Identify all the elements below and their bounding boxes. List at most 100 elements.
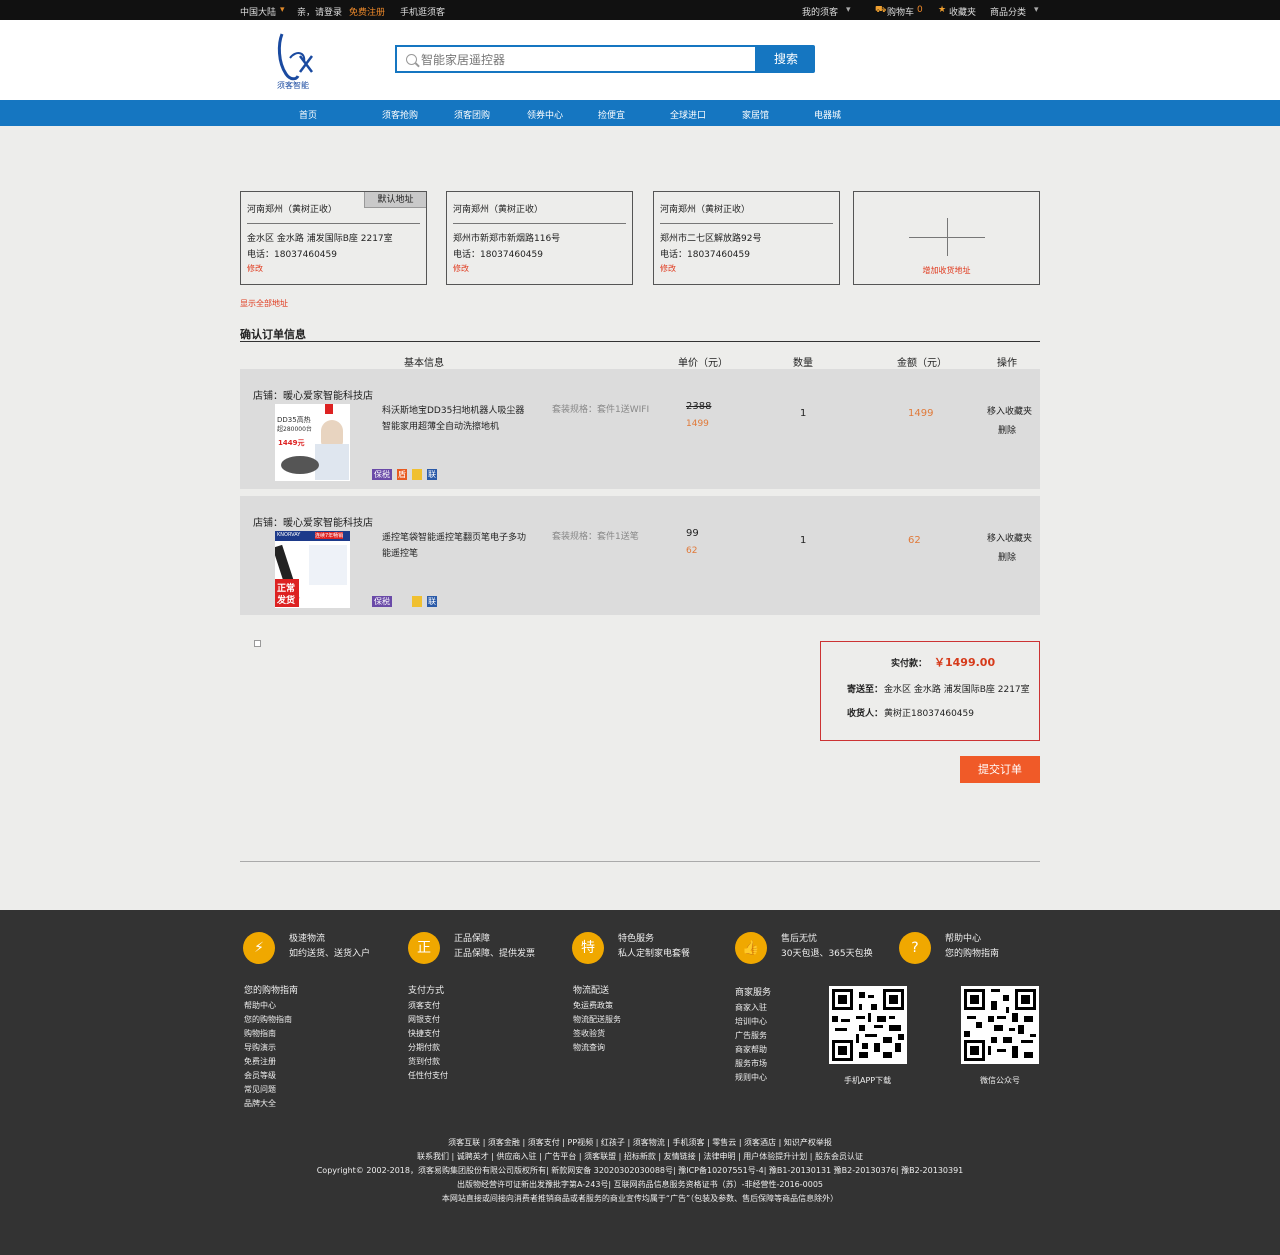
footer-link[interactable]: 广告服务 bbox=[735, 1030, 767, 1041]
paid-value: ￥1499.00 bbox=[934, 656, 996, 669]
search-icon bbox=[406, 54, 417, 65]
address-detail: 郑州市二七区解放路92号 bbox=[660, 234, 762, 244]
favorites-link[interactable]: 收藏夹 bbox=[949, 5, 976, 18]
shield-badge-icon: 盾 bbox=[397, 469, 407, 480]
search-box bbox=[395, 45, 757, 73]
categories-link[interactable]: 商品分类 bbox=[990, 5, 1026, 18]
main-nav: 首页 须客抢购 须客团购 领券中心 捡便宜 全球进口 家居馆 电器城 bbox=[0, 100, 1280, 126]
delete-link[interactable]: 删除 bbox=[998, 423, 1016, 436]
license-text: 出版物经营许可证新出发豫批字第A-243号| 互联网药品信息服务资格证书（苏）-… bbox=[456, 1180, 824, 1189]
qr-label: 微信公众号 bbox=[980, 1076, 1020, 1085]
shop-name[interactable]: 店铺：暖心爱家智能科技店 bbox=[253, 514, 373, 529]
top-bar: 中国大陆 ▾ 亲，请登录 免费注册 手机逛须客 我的须客 ▾ ⛟ 购物车 0 ★… bbox=[0, 0, 1280, 20]
footer-link[interactable]: 会员等级 bbox=[244, 1070, 276, 1081]
footer-link[interactable]: 购物指南 bbox=[244, 1028, 276, 1039]
nav-group-buy[interactable]: 须客团购 bbox=[454, 108, 490, 121]
header-info: 基本信息 bbox=[404, 358, 444, 369]
shop-name[interactable]: 店铺：暖心爱家智能科技店 bbox=[253, 387, 373, 402]
move-to-favorites-link[interactable]: 移入收藏夹 bbox=[987, 531, 1032, 544]
header-price: 单价（元） bbox=[678, 358, 728, 369]
address-card[interactable]: 默认地址 河南郑州（黄树正收） 金水区 金水路 浦发国际B座 2217室 电话：… bbox=[240, 191, 427, 285]
search-button[interactable]: 搜索 bbox=[757, 45, 815, 73]
nav-flash-sale[interactable]: 须客抢购 bbox=[382, 108, 418, 121]
address-detail: 郑州市新郑市新烟路116号 bbox=[453, 234, 561, 244]
footer-link[interactable]: 物流配送服务 bbox=[573, 1014, 621, 1025]
product-image-text: DD35高热 bbox=[277, 416, 311, 424]
register-link[interactable]: 免费注册 bbox=[349, 5, 385, 18]
edit-address-link[interactable]: 修改 bbox=[453, 263, 469, 274]
original-price: 99 bbox=[686, 528, 699, 539]
footer-link[interactable]: 常见问题 bbox=[244, 1084, 276, 1095]
footer-link[interactable]: 商家帮助 bbox=[735, 1044, 767, 1055]
address-card[interactable]: 河南郑州（黄树正收） 郑州市二七区解放路92号 电话：18037460459 修… bbox=[653, 191, 840, 285]
card-badge-icon bbox=[412, 469, 422, 480]
move-to-favorites-link[interactable]: 移入收藏夹 bbox=[987, 404, 1032, 417]
product-spec: 套装规格：套件1送WIFI bbox=[552, 405, 650, 415]
delete-link[interactable]: 删除 bbox=[998, 550, 1016, 563]
feature-title: 极速物流 bbox=[289, 934, 326, 944]
unionpay-badge: 联 bbox=[427, 596, 437, 607]
categories-caret-icon: ▾ bbox=[1034, 5, 1039, 15]
footer-link[interactable]: 货到付款 bbox=[408, 1056, 440, 1067]
footer-link[interactable]: 帮助中心 bbox=[244, 1000, 276, 1011]
edit-address-link[interactable]: 修改 bbox=[247, 263, 263, 274]
product-name[interactable]: 科沃斯地宝DD35扫地机器人吸尘器智能家用超薄全自动洗擦地机 bbox=[382, 403, 527, 435]
footer-link[interactable]: 品牌大全 bbox=[244, 1098, 276, 1109]
product-image[interactable]: DD35高热 超280000台 1449元 bbox=[275, 404, 350, 481]
nav-home[interactable]: 首页 bbox=[299, 108, 317, 121]
footer-link[interactable]: 商家入驻 bbox=[735, 1002, 767, 1013]
footer-links-row[interactable]: 须客互联 | 须客金融 | 须客支付 | PP视频 | 红孩子 | 须客物流 |… bbox=[0, 1137, 1280, 1148]
cart-link[interactable]: 购物车 bbox=[887, 5, 914, 18]
footer-link[interactable]: 您的购物指南 bbox=[244, 1014, 292, 1025]
original-price: 2388 bbox=[686, 401, 712, 412]
search-input[interactable] bbox=[421, 51, 741, 69]
footer-link[interactable]: 任性付支付 bbox=[408, 1070, 448, 1081]
mobile-link[interactable]: 手机逛须客 bbox=[400, 5, 445, 18]
product-name[interactable]: 遥控笔袋智能遥控笔翻页笔电子多功能遥控笔 bbox=[382, 530, 527, 562]
select-all-checkbox[interactable] bbox=[254, 640, 261, 647]
product-image-text: 超280000台 bbox=[277, 426, 312, 433]
footer-links-row[interactable]: 联系我们 | 诚聘英才 | 供应商入驻 | 广告平台 | 须客联盟 | 招标新款… bbox=[0, 1151, 1280, 1162]
address-phone: 电话：18037460459 bbox=[453, 250, 543, 260]
header-amount: 金额（元） bbox=[897, 358, 947, 369]
my-account-link[interactable]: 我的须客 bbox=[802, 5, 838, 18]
nav-bargains[interactable]: 捡便宜 bbox=[598, 108, 625, 121]
footer-link[interactable]: 物流查询 bbox=[573, 1042, 605, 1053]
nav-coupons[interactable]: 领券中心 bbox=[527, 108, 563, 121]
feature-title: 正品保障 bbox=[454, 934, 491, 944]
edit-address-link[interactable]: 修改 bbox=[660, 263, 676, 274]
product-image-features bbox=[309, 545, 347, 585]
feature-title: 特色服务 bbox=[618, 934, 655, 944]
footer-link[interactable]: 免运费政策 bbox=[573, 1000, 613, 1011]
footer-link[interactable]: 网银支付 bbox=[408, 1014, 440, 1025]
nav-global-import[interactable]: 全球进口 bbox=[670, 108, 706, 121]
add-address-card[interactable]: 增加收货地址 bbox=[853, 191, 1040, 285]
footer-link[interactable]: 培训中心 bbox=[735, 1016, 767, 1027]
footer-link[interactable]: 导购演示 bbox=[244, 1042, 276, 1053]
cart-count: 0 bbox=[917, 5, 923, 15]
nav-appliances[interactable]: 电器城 bbox=[814, 108, 841, 121]
login-link[interactable]: 亲，请登录 bbox=[297, 5, 342, 18]
footer-link[interactable]: 签收验货 bbox=[573, 1028, 605, 1039]
nav-home-hall[interactable]: 家居馆 bbox=[742, 108, 769, 121]
header-qty: 数量 bbox=[793, 358, 813, 369]
footer-link[interactable]: 须客支付 bbox=[408, 1000, 440, 1011]
unionpay-badge: 联 bbox=[427, 469, 437, 480]
footer-link[interactable]: 快捷支付 bbox=[408, 1028, 440, 1039]
footer-link[interactable]: 免费注册 bbox=[244, 1056, 276, 1067]
divider bbox=[240, 861, 1040, 862]
product-image[interactable]: KNORVAY 连续7年畅销 正常 发货 bbox=[275, 531, 350, 608]
section-divider bbox=[240, 341, 1040, 342]
region-selector[interactable]: 中国大陆 bbox=[240, 5, 276, 18]
show-all-addresses-link[interactable]: 显示全部地址 bbox=[240, 298, 288, 309]
footer-link[interactable]: 服务市场 bbox=[735, 1058, 767, 1069]
footer-link[interactable]: 规则中心 bbox=[735, 1072, 767, 1083]
submit-order-button[interactable]: 提交订单 bbox=[960, 756, 1040, 783]
feature-sub: 30天包退、365天包换 bbox=[781, 949, 873, 959]
quantity[interactable]: 1 bbox=[800, 535, 806, 546]
address-card[interactable]: 河南郑州（黄树正收） 郑州市新郑市新烟路116号 电话：18037460459 … bbox=[446, 191, 633, 285]
footer-column-title: 物流配送 bbox=[573, 986, 610, 996]
divider bbox=[247, 223, 420, 224]
footer-link[interactable]: 分期付款 bbox=[408, 1042, 440, 1053]
quantity[interactable]: 1 bbox=[800, 408, 806, 419]
